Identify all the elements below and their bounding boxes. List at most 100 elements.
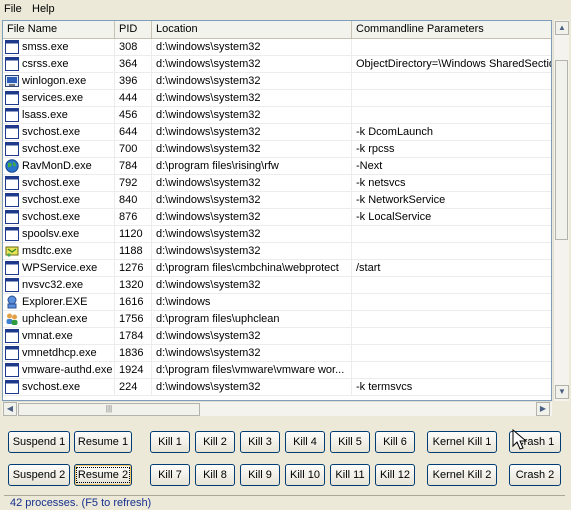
commandline-cell	[352, 73, 551, 90]
column-header-file-name[interactable]: File Name	[3, 21, 115, 39]
table-row[interactable]: csrss.exe 364 d:\windows\system32 ObjectDir…	[3, 56, 551, 73]
table-row[interactable]: RavMonD.exe 784 d:\program files\rising\rf…	[3, 158, 551, 175]
kill-1-label: Kill 1	[158, 436, 182, 448]
kill-5-button[interactable]: Kill 5	[330, 431, 370, 453]
menu-help[interactable]: Help	[32, 2, 55, 16]
column-header-location[interactable]: Location	[152, 21, 352, 39]
app-window-icon	[5, 329, 19, 343]
crash-2-button[interactable]: Crash 2	[509, 464, 561, 486]
winlogon-icon	[5, 74, 19, 88]
table-row[interactable]: vmnat.exe 1784 d:\windows\system32	[3, 328, 551, 345]
resume-2-button[interactable]: Resume 2	[74, 464, 132, 486]
explorer-icon	[5, 295, 19, 309]
resume-1-button[interactable]: Resume 1	[74, 431, 132, 453]
suspend-2-button[interactable]: Suspend 2	[8, 464, 70, 486]
location-cell: d:\program files\uphclean	[152, 311, 352, 328]
table-row[interactable]: msdtc.exe 1188 d:\windows\system32	[3, 243, 551, 260]
table-row[interactable]: svchost.exe 840 d:\windows\system32 -k Netw…	[3, 192, 551, 209]
suspend-1-button[interactable]: Suspend 1	[8, 431, 70, 453]
kill-9-button[interactable]: Kill 9	[240, 464, 280, 486]
location-cell: d:\windows\system32	[152, 39, 352, 56]
table-row[interactable]: spoolsv.exe 1120 d:\windows\system32	[3, 226, 551, 243]
horizontal-scrollbar[interactable]: ◀ ||| ▶	[2, 401, 552, 416]
process-list[interactable]: File Name PID Location Commandline Param…	[2, 20, 552, 401]
kernel-kill-2-label: Kernel Kill 2	[432, 469, 492, 481]
kill-7-button[interactable]: Kill 7	[150, 464, 190, 486]
kill-1-button[interactable]: Kill 1	[150, 431, 190, 453]
kill-11-button[interactable]: Kill 11	[330, 464, 370, 486]
file-name-cell: svchost.exe	[3, 175, 115, 192]
table-row[interactable]: nvsvc32.exe 1320 d:\windows\system32	[3, 277, 551, 294]
kill-8-button[interactable]: Kill 8	[195, 464, 235, 486]
table-row[interactable]: vmnetdhcp.exe 1836 d:\windows\system32	[3, 345, 551, 362]
kill-10-button[interactable]: Kill 10	[285, 464, 325, 486]
table-row[interactable]: vmware-authd.exe 1924 d:\program files\vmw…	[3, 362, 551, 379]
status-text: 42 processes. (F5 to refresh)	[10, 497, 152, 509]
location-cell: d:\program files\cmbchina\webprotect	[152, 260, 352, 277]
table-row[interactable]: Explorer.EXE 1616 d:\windows	[3, 294, 551, 311]
file-name-cell: svchost.exe	[3, 124, 115, 141]
file-name-cell: lsass.exe	[3, 107, 115, 124]
horizontal-scroll-thumb[interactable]: |||	[18, 403, 200, 416]
file-name-text: smss.exe	[22, 41, 69, 53]
table-row[interactable]: smss.exe 308 d:\windows\system32	[3, 39, 551, 56]
kernel-kill-1-button[interactable]: Kernel Kill 1	[427, 431, 497, 453]
commandline-cell: -Next	[352, 158, 551, 175]
kill-12-button[interactable]: Kill 12	[375, 464, 415, 486]
app-window-icon	[5, 125, 19, 139]
app-window-icon	[5, 176, 19, 190]
commandline-cell	[352, 39, 551, 56]
kill-6-label: Kill 6	[383, 436, 407, 448]
menu-file[interactable]: File	[4, 2, 22, 16]
kill-3-label: Kill 3	[248, 436, 272, 448]
file-name-cell: svchost.exe	[3, 209, 115, 226]
table-row[interactable]: svchost.exe 644 d:\windows\system32 -k Dcom…	[3, 124, 551, 141]
vertical-scroll-thumb[interactable]	[555, 60, 568, 240]
file-name-text: lsass.exe	[22, 109, 68, 121]
table-row[interactable]: svchost.exe 224 d:\windows\system32 -k term…	[3, 379, 551, 396]
kernel-kill-1-label: Kernel Kill 1	[432, 436, 492, 448]
file-name-cell: svchost.exe	[3, 379, 115, 396]
users-icon	[5, 312, 19, 326]
vertical-scrollbar[interactable]: ▲ ▼	[553, 20, 569, 401]
kill-4-button[interactable]: Kill 4	[285, 431, 325, 453]
app-window-icon	[5, 363, 19, 377]
app-window-icon	[5, 261, 19, 275]
pid-cell: 644	[115, 124, 152, 141]
kill-3-button[interactable]: Kill 3	[240, 431, 280, 453]
resume-2-label: Resume 2	[75, 467, 131, 483]
location-cell: d:\windows\system32	[152, 379, 352, 396]
table-row[interactable]: lsass.exe 456 d:\windows\system32	[3, 107, 551, 124]
mouse-cursor-icon	[512, 429, 528, 450]
location-cell: d:\windows\system32	[152, 90, 352, 107]
table-row[interactable]: services.exe 444 d:\windows\system32	[3, 90, 551, 107]
column-header-pid[interactable]: PID	[115, 21, 152, 39]
file-name-cell: vmnetdhcp.exe	[3, 345, 115, 362]
table-row[interactable]: WPService.exe 1276 d:\program files\cmbchi…	[3, 260, 551, 277]
scroll-down-icon[interactable]: ▼	[555, 385, 569, 399]
table-row[interactable]: svchost.exe 876 d:\windows\system32 -k Loca…	[3, 209, 551, 226]
table-row[interactable]: uphclean.exe 1756 d:\program files\uphclea…	[3, 311, 551, 328]
resume-1-label: Resume 1	[77, 436, 129, 448]
file-name-text: svchost.exe	[22, 177, 81, 189]
kill-6-button[interactable]: Kill 6	[375, 431, 415, 453]
kill-2-button[interactable]: Kill 2	[195, 431, 235, 453]
table-row[interactable]: svchost.exe 792 d:\windows\system32 -k nets…	[3, 175, 551, 192]
scroll-up-icon[interactable]: ▲	[555, 21, 569, 35]
column-header-commandline[interactable]: Commandline Parameters	[352, 21, 551, 39]
file-name-cell: csrss.exe	[3, 56, 115, 73]
location-cell: d:\windows\system32	[152, 107, 352, 124]
scroll-left-icon[interactable]: ◀	[3, 402, 17, 416]
table-row[interactable]: winlogon.exe 396 d:\windows\system32	[3, 73, 551, 90]
scroll-right-icon[interactable]: ▶	[536, 402, 550, 416]
app-window-icon	[5, 346, 19, 360]
commandline-cell	[352, 277, 551, 294]
file-name-text: spoolsv.exe	[22, 228, 80, 240]
kernel-kill-2-button[interactable]: Kernel Kill 2	[427, 464, 497, 486]
suspend-1-label: Suspend 1	[12, 436, 66, 448]
table-row[interactable]: svchost.exe 700 d:\windows\system32 -k rpcs…	[3, 141, 551, 158]
globe-icon	[5, 159, 19, 173]
kill-2-label: Kill 2	[203, 436, 227, 448]
pid-cell: 396	[115, 73, 152, 90]
file-name-text: vmnetdhcp.exe	[22, 347, 97, 359]
